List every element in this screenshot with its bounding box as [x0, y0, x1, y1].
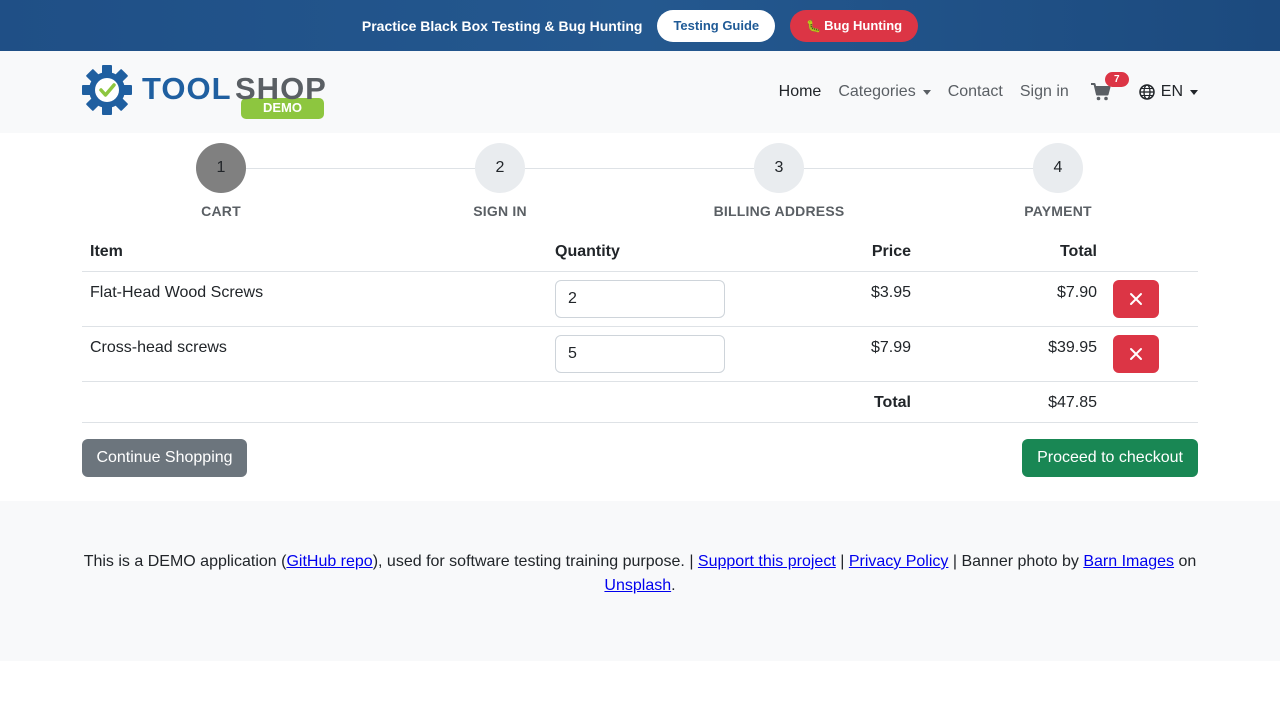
step-label: PAYMENT: [1024, 203, 1092, 219]
continue-shopping-button[interactable]: Continue Shopping: [82, 439, 247, 477]
nav-categories-label: Categories: [838, 83, 916, 100]
table-row: Cross-head screws $7.99 $39.95: [82, 327, 1198, 382]
top-banner: Practice Black Box Testing & Bug Hunting…: [0, 0, 1280, 51]
footer-on: on: [1174, 553, 1197, 570]
header-price: Price: [871, 243, 911, 260]
item-total: $7.90: [1056, 284, 1097, 301]
support-project-link[interactable]: Support this project: [698, 553, 836, 570]
cart-total-label: Total: [873, 394, 911, 411]
remove-item-button[interactable]: [1113, 335, 1159, 373]
nav-sign-in[interactable]: Sign in: [1020, 83, 1069, 101]
header-total: Total: [1059, 243, 1097, 260]
testing-guide-button[interactable]: Testing Guide: [657, 9, 776, 42]
bug-hunting-button[interactable]: 🐛 Bug Hunting: [790, 9, 919, 42]
nav-contact[interactable]: Contact: [948, 83, 1003, 101]
header-item: Item: [90, 243, 123, 260]
logo-text-tool: TOOL: [142, 71, 232, 106]
nav-cart[interactable]: 7: [1090, 72, 1129, 104]
quantity-input[interactable]: [555, 335, 725, 373]
item-name: Cross-head screws: [90, 339, 227, 356]
chevron-down-icon: [1190, 89, 1198, 95]
quantity-input[interactable]: [555, 280, 725, 318]
step-number: 2: [475, 143, 525, 193]
navbar: TOOL SHOP DEMO Home Categories Contact S…: [0, 51, 1280, 133]
footer-prefix: This is a DEMO application (: [83, 553, 287, 570]
chevron-down-icon: [922, 89, 931, 95]
step-number: 4: [1033, 143, 1083, 193]
header-quantity: Quantity: [555, 243, 620, 260]
checkout-stepper: 1 CART 2 SIGN IN 3 BILLING ADDRESS 4 PAY…: [82, 143, 1198, 223]
proceed-to-checkout-button[interactable]: Proceed to checkout: [1022, 439, 1198, 477]
step-sign-in: 2 SIGN IN: [400, 143, 600, 219]
footer-end: .: [671, 577, 676, 594]
footer-text: This is a DEMO application (GitHub repo)…: [60, 550, 1220, 598]
item-name: Flat-Head Wood Screws: [90, 284, 264, 301]
stepper-line: [221, 168, 1058, 169]
footer-middle: ), used for software testing training pu…: [372, 553, 698, 570]
nav-categories[interactable]: Categories: [838, 83, 931, 101]
remove-item-button[interactable]: [1113, 280, 1159, 318]
step-number: 3: [754, 143, 804, 193]
step-label: BILLING ADDRESS: [713, 203, 845, 219]
github-repo-link[interactable]: GitHub repo: [286, 553, 372, 570]
globe-icon: [1139, 84, 1155, 100]
item-price: $3.95: [870, 284, 911, 301]
step-billing-address: 3 BILLING ADDRESS: [679, 143, 879, 219]
step-label: SIGN IN: [473, 203, 527, 219]
unsplash-link[interactable]: Unsplash: [604, 577, 671, 594]
cart-total-row: Total $47.85: [82, 382, 1198, 423]
language-label: EN: [1160, 83, 1183, 100]
main-nav: Home Categories Contact Sign in 7 EN: [762, 51, 1198, 133]
privacy-policy-link[interactable]: Privacy Policy: [849, 553, 949, 570]
toolshop-logo[interactable]: TOOL SHOP DEMO: [82, 65, 328, 119]
table-header-row: Item Quantity Price Total: [82, 233, 1198, 272]
bug-hunting-label: Bug Hunting: [824, 18, 903, 33]
cart-table: Item Quantity Price Total Flat-Head Wood…: [82, 233, 1198, 423]
logo-demo-badge: DEMO: [263, 100, 302, 115]
nav-home[interactable]: Home: [779, 83, 822, 101]
cart-count-badge: 7: [1104, 72, 1129, 87]
step-label: CART: [201, 203, 241, 219]
step-payment: 4 PAYMENT: [958, 143, 1158, 219]
close-icon: [1130, 348, 1142, 360]
step-cart: 1 CART: [121, 143, 321, 219]
close-icon: [1130, 293, 1142, 305]
item-price: $7.99: [870, 339, 911, 356]
cart-total-value: $47.85: [1048, 394, 1097, 411]
bug-icon: 🐛: [806, 18, 822, 33]
table-row: Flat-Head Wood Screws $3.95 $7.90: [82, 272, 1198, 327]
footer-banner-credit: | Banner photo by: [948, 553, 1084, 570]
banner-text: Practice Black Box Testing & Bug Hunting: [361, 17, 643, 34]
item-total: $39.95: [1048, 339, 1097, 356]
step-number: 1: [196, 143, 246, 193]
footer-separator: |: [835, 553, 849, 570]
footer: This is a DEMO application (GitHub repo)…: [0, 501, 1280, 661]
language-selector[interactable]: EN: [1139, 83, 1198, 101]
barn-images-link[interactable]: Barn Images: [1083, 553, 1174, 570]
